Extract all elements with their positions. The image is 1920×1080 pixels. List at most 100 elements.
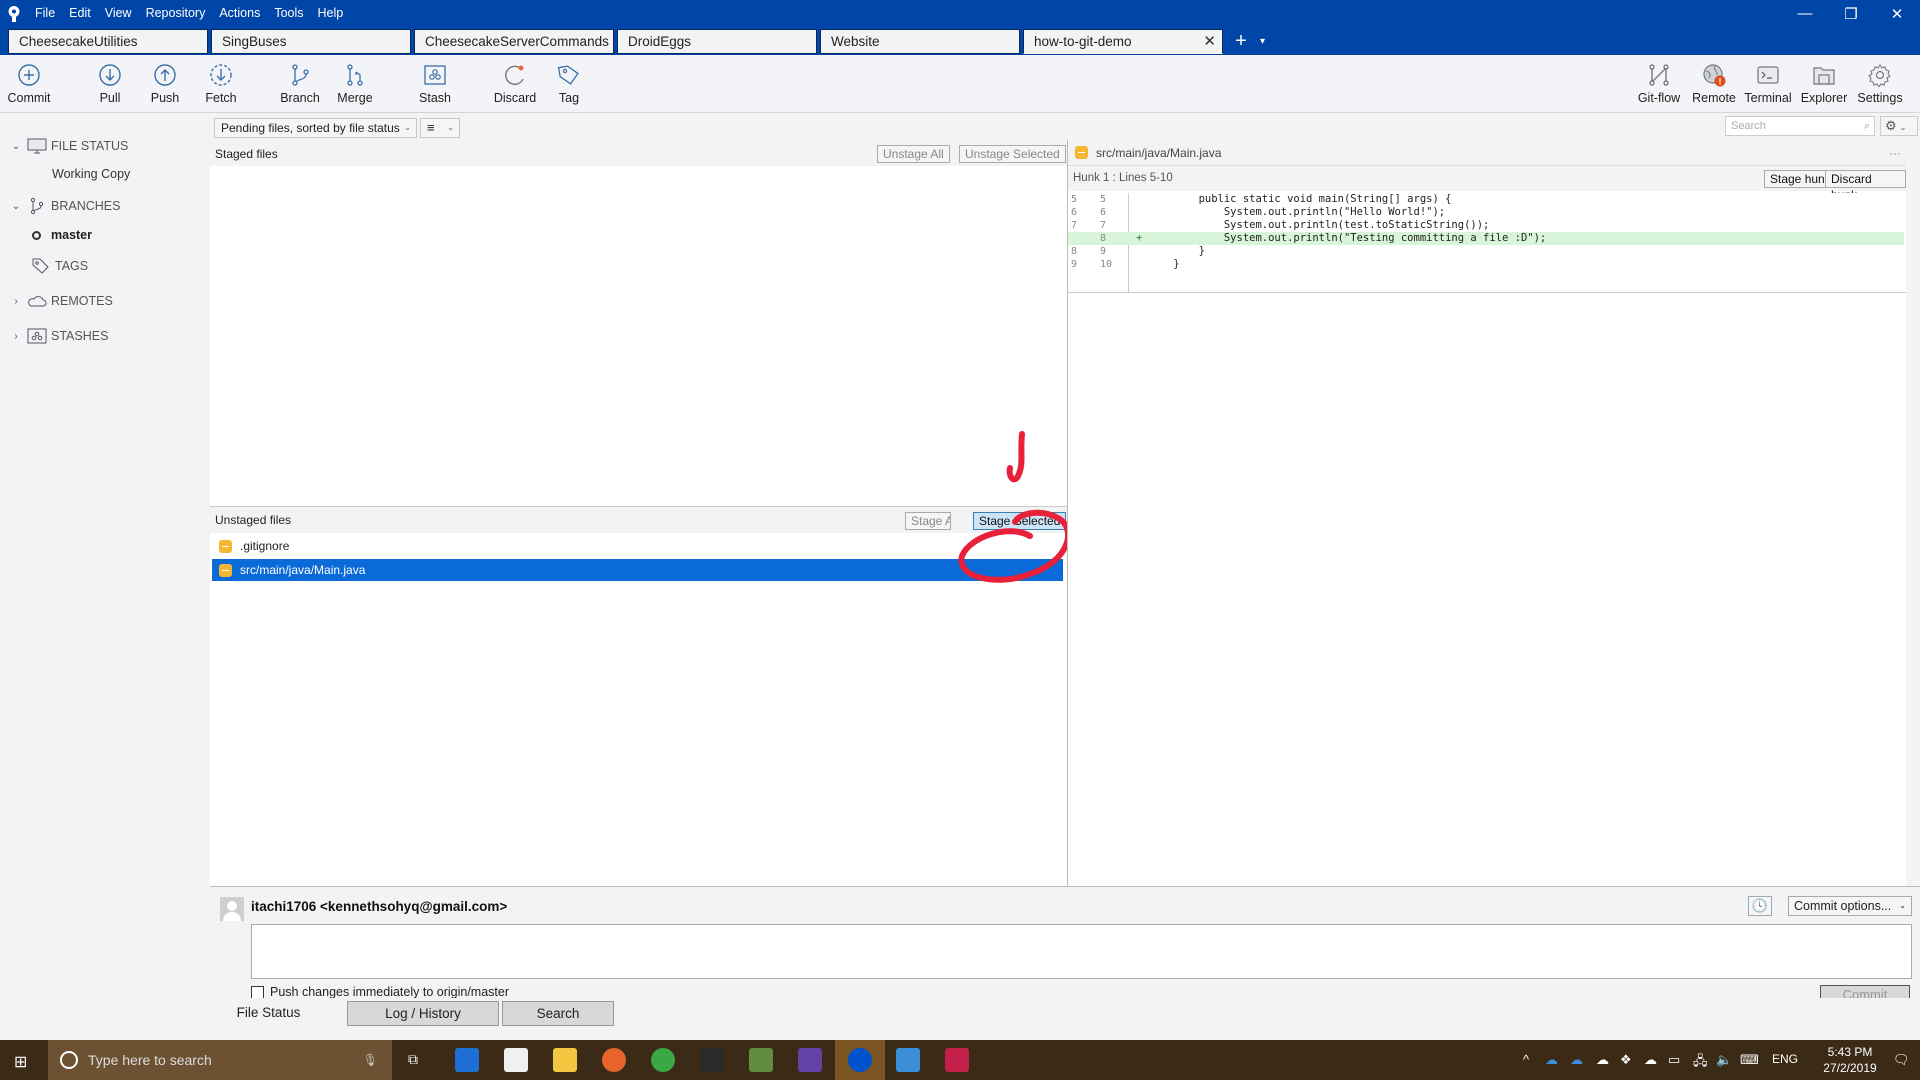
file-explorer-icon[interactable]	[553, 1048, 577, 1072]
language-indicator[interactable]: ENG	[1772, 1052, 1798, 1066]
clock[interactable]: 5:43 PM 27/2/2019	[1810, 1044, 1890, 1076]
file-row-gitignore[interactable]: .gitignore	[212, 535, 1063, 557]
commit-options-dropdown[interactable]: Commit options... ⌄	[1788, 896, 1912, 916]
push-immediately-option[interactable]: Push changes immediately to origin/maste…	[251, 985, 509, 999]
tab-list-dropdown[interactable]: ▾	[1260, 29, 1265, 54]
tab-cheesecakeutilities[interactable]: CheesecakeUtilities	[8, 29, 208, 54]
tab-website[interactable]: Website	[820, 29, 1020, 54]
hunk-header: Hunk 1 : Lines 5-10 Stage hunk Discard h…	[1068, 165, 1906, 202]
fetch-button[interactable]: Fetch	[193, 63, 249, 105]
menu-repository[interactable]: Repository	[139, 0, 213, 27]
minimize-button[interactable]: —	[1782, 0, 1828, 27]
close-tab-icon[interactable]: ✕	[1203, 30, 1216, 53]
sourcetree-taskbar-active[interactable]	[835, 1040, 885, 1080]
commit-message-input[interactable]	[251, 924, 1912, 979]
menu-help[interactable]: Help	[311, 0, 351, 27]
cloud-sync-icon[interactable]: ☁	[1596, 1052, 1609, 1068]
sidebar-file-status[interactable]: ⌄ FILE STATUS	[0, 135, 128, 157]
edge-icon[interactable]	[455, 1048, 479, 1072]
push-immediately-label: Push changes immediately to origin/maste…	[270, 985, 510, 999]
close-window-button[interactable]: ✕	[1874, 0, 1920, 27]
chevron-down-icon[interactable]: ⌄	[9, 141, 23, 152]
merge-button[interactable]: Merge	[327, 63, 383, 105]
options-gear-dropdown[interactable]: ⚙ ⌄	[1880, 116, 1918, 136]
tab-how-to-git-demo[interactable]: how-to-git-demo ✕	[1023, 29, 1223, 54]
diff-scrollbar[interactable]	[1906, 140, 1920, 886]
unstage-all-button[interactable]: Unstage All	[877, 145, 950, 163]
windows-start-icon[interactable]: ⊞	[14, 1052, 27, 1072]
sidebar-working-copy[interactable]: Working Copy	[52, 163, 130, 185]
file-row-main-java[interactable]: src/main/java/Main.java	[212, 559, 1063, 581]
push-button[interactable]: Push	[137, 63, 193, 105]
terminal-button[interactable]: Terminal	[1740, 63, 1796, 105]
staged-file-list[interactable]	[210, 166, 1067, 506]
cortana-icon	[60, 1051, 78, 1069]
sidebar-tags[interactable]: TAGS	[27, 255, 88, 277]
unstage-selected-button[interactable]: Unstage Selected	[959, 145, 1066, 163]
cloud-upload-icon[interactable]: ☁	[1644, 1052, 1657, 1068]
settings-button[interactable]: Settings	[1852, 63, 1908, 105]
more-options-icon[interactable]: ···	[1889, 146, 1901, 160]
firefox-icon[interactable]	[602, 1048, 626, 1072]
menu-tools[interactable]: Tools	[267, 0, 310, 27]
network-icon[interactable]: 🖧	[1693, 1052, 1708, 1074]
modified-file-icon	[219, 539, 232, 553]
onedrive-icon[interactable]: ☁	[1545, 1052, 1558, 1068]
branch-icon	[30, 197, 44, 215]
tab-cheesecakeservercommands[interactable]: CheesecakeServerCommands	[414, 29, 614, 54]
battery-icon[interactable]: ▭	[1668, 1052, 1680, 1068]
store-icon[interactable]	[504, 1048, 528, 1072]
view-mode-dropdown[interactable]: Pending files, sorted by file status ⌄	[214, 118, 417, 138]
action-center-icon[interactable]: 🗨	[1893, 1052, 1910, 1068]
dropbox-icon[interactable]: ❖	[1620, 1052, 1632, 1068]
menu-file[interactable]: File	[28, 0, 62, 27]
stash-button[interactable]: Stash	[407, 63, 463, 105]
commit-history-button[interactable]: 🕓	[1748, 896, 1772, 916]
menu-actions[interactable]: Actions	[212, 0, 267, 27]
restore-button[interactable]: ❐	[1828, 0, 1874, 27]
chevron-right-icon[interactable]: ›	[9, 331, 23, 342]
keyboard-icon[interactable]: ⌨	[1740, 1052, 1759, 1068]
sourcetree-icon	[848, 1048, 872, 1072]
volume-icon[interactable]: 🔈	[1716, 1052, 1732, 1068]
tray-overflow-icon[interactable]: ^	[1523, 1052, 1529, 1067]
tab-label: CheesecakeServerCommands	[425, 34, 609, 49]
add-tab-button[interactable]: +	[1230, 29, 1252, 54]
branch-button[interactable]: Branch	[272, 63, 328, 105]
remote-button[interactable]: ! Remote	[1686, 63, 1742, 105]
chevron-down-icon[interactable]: ⌄	[9, 201, 23, 212]
notepad-icon[interactable]	[700, 1048, 724, 1072]
list-style-dropdown[interactable]: ≡ ⌄	[420, 118, 460, 138]
twitch-icon[interactable]	[798, 1048, 822, 1072]
sidebar-branch-master[interactable]: master	[32, 224, 92, 246]
tab-search[interactable]: Search	[502, 1001, 614, 1026]
tag-button[interactable]: Tag	[541, 63, 597, 105]
tab-file-status[interactable]: File Status	[210, 1001, 327, 1026]
chevron-right-icon[interactable]: ›	[9, 296, 23, 307]
discard-hunk-button[interactable]: Discard hunk	[1825, 170, 1906, 202]
chrome-icon[interactable]	[651, 1048, 675, 1072]
sidebar-stashes[interactable]: › STASHES	[0, 325, 108, 347]
intellij-icon[interactable]	[945, 1048, 969, 1072]
push-immediately-checkbox[interactable]	[251, 985, 264, 999]
tab-droideggs[interactable]: DroidEggs	[617, 29, 817, 54]
menu-view[interactable]: View	[98, 0, 139, 27]
task-view-icon[interactable]: ⧉	[408, 1051, 418, 1068]
sidebar-remotes[interactable]: › REMOTES	[0, 290, 112, 312]
minecraft-icon[interactable]	[749, 1048, 773, 1072]
pull-button[interactable]: Pull	[82, 63, 138, 105]
taskbar-search-box[interactable]: Type here to search 🎙	[48, 1040, 392, 1080]
git-flow-button[interactable]: Git-flow	[1631, 63, 1687, 105]
tab-log-history[interactable]: Log / History	[347, 1001, 499, 1026]
discard-button[interactable]: Discard	[487, 63, 543, 105]
microphone-icon[interactable]: 🎙	[363, 1053, 378, 1067]
search-input[interactable]: Search ⌕	[1725, 116, 1875, 136]
explorer-button[interactable]: Explorer	[1796, 63, 1852, 105]
menu-edit[interactable]: Edit	[62, 0, 98, 27]
diff-line-text: System.out.println(test.toStaticString()…	[1148, 219, 1490, 231]
sidebar-branches[interactable]: ⌄ BRANCHES	[0, 195, 120, 217]
commit-button[interactable]: Commit	[1, 63, 57, 105]
onedrive-business-icon[interactable]: ☁	[1570, 1052, 1583, 1068]
tab-singbuses[interactable]: SingBuses	[211, 29, 411, 54]
outlook-icon[interactable]	[896, 1048, 920, 1072]
